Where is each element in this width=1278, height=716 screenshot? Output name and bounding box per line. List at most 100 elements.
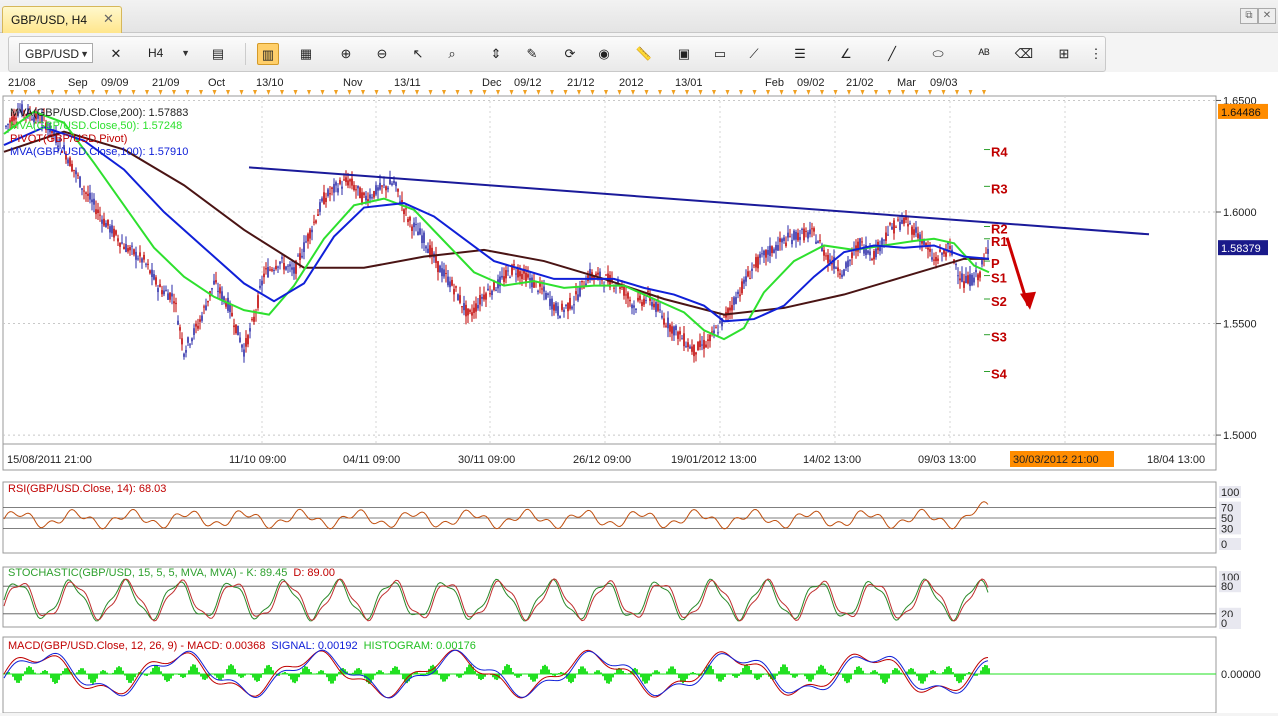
candle-body [929,249,931,252]
text-icon[interactable]: ᴬᴮ [973,43,995,65]
chart-area[interactable]: 21/08Sep09/0921/09Oct13/10Nov13/11Dec09/… [0,72,1278,713]
macd-histogram-bar [628,673,630,674]
candle-body [105,223,107,227]
candle-body [223,297,225,301]
symbol-select[interactable]: GBP/USD ▼ [19,43,93,63]
candle-body [101,220,103,224]
chart-type-icon[interactable]: ▤ [207,43,229,65]
hierarchy-icon[interactable]: ⊞ [1053,43,1075,65]
candle-body [465,305,467,316]
candle-body [835,268,837,269]
candle-chart-icon[interactable]: ▥ [257,43,279,65]
chart-svg[interactable]: 21/08Sep09/0921/09Oct13/10Nov13/11Dec09/… [0,72,1278,713]
eraser-icon[interactable]: ⌫ [1013,43,1035,65]
macd-histogram-bar [376,672,378,674]
macd-histogram-bar [116,667,118,674]
candle-body [753,265,755,266]
time-tick-label: 15/08/2011 21:00 [7,454,92,466]
candle-body [151,270,153,277]
macd-histogram-bar [200,674,202,677]
candle-body [907,224,909,226]
candle-body [579,287,581,296]
bar-chart-icon[interactable]: ▦ [295,43,317,65]
candle-body [91,199,93,202]
zoom-area-icon[interactable]: ⌕ [441,43,463,65]
fit-icon[interactable]: ⇕ [485,43,507,65]
candle-body [675,326,677,330]
macd-histogram-bar [648,674,650,680]
candle-body [211,288,213,289]
macd-histogram-bar [830,674,832,676]
candle-body [489,293,491,294]
timeframe-select[interactable]: H4 ▼ [143,43,193,63]
candle-body [667,318,669,329]
ruler-icon[interactable]: 📏 [633,43,655,65]
globe-icon[interactable]: ◉ [593,43,615,65]
candle-body [409,217,411,221]
candle-body [687,342,689,347]
zoom-in-icon[interactable]: ⊕ [335,43,357,65]
top-time-label: Sep [68,77,88,89]
macd-histogram-bar [800,673,802,674]
candle-body [987,249,989,254]
macd-histogram-bar [736,674,738,678]
macd-histogram-bar [378,670,380,674]
candle-body [333,184,335,193]
timeframe-value: H4 [148,46,163,60]
candle-body [359,188,361,199]
macd-histogram-bar [528,674,530,677]
window-close-icon[interactable]: ✕ [1258,8,1276,24]
candle-body [669,325,671,332]
candle-body [873,251,875,259]
candle-body [793,231,795,240]
ellipse-icon[interactable]: ⬭ [927,43,949,65]
candle-body [131,246,133,247]
candle-body [749,278,751,279]
tab-gbpusd-h4[interactable]: GBP/USD, H4 ✕ [2,6,122,33]
macd-histogram-bar [808,674,810,681]
close-icon[interactable]: ✕ [103,11,114,27]
template-icon[interactable]: ▭ [709,43,731,65]
candle-body [717,332,719,333]
candle-body [339,180,341,184]
list-icon[interactable]: ☰ [789,43,811,65]
macd-histogram-bar [600,672,602,674]
candle-body [375,185,377,194]
candle-body [417,232,419,236]
line-icon[interactable]: ╱ [881,43,903,65]
candle-body [643,299,645,305]
candle-body [315,220,317,222]
macd-histogram-bar [676,673,678,674]
candle-body [89,193,91,200]
candle-body [75,170,77,174]
cursor-icon[interactable]: ↖ [407,43,429,65]
candle-body [685,346,687,347]
candle-body [545,293,547,299]
crosshair-icon[interactable]: ✕ [105,43,127,65]
trend-line-icon[interactable]: ∠ [835,43,857,65]
image-icon[interactable]: ▣ [673,43,695,65]
macd-histogram-bar [104,671,106,674]
candle-body [175,303,177,304]
macd-histogram-bar [910,668,912,674]
macd-histogram-bar [828,674,830,675]
candle-body [795,232,797,240]
macd-histogram-bar [64,668,66,674]
macd-histogram-bar [782,664,784,674]
macd-histogram-bar [44,670,46,674]
restore-icon[interactable]: ⧉ [1240,8,1258,24]
candle-body [197,326,199,329]
candle-body [823,250,825,256]
top-time-label: 09/12 [514,77,542,89]
macd-histogram-bar [858,666,860,674]
macd-histogram-bar [964,674,966,676]
refresh-icon[interactable]: ⟳ [559,43,581,65]
candle-body [751,269,753,271]
drawing-tools-icon[interactable]: ⟋ [743,43,765,65]
candle-body [301,256,303,258]
menu-icon[interactable]: ⋮ [1085,43,1107,65]
zoom-out-icon[interactable]: ⊖ [371,43,393,65]
candle-body [411,227,413,231]
edit-icon[interactable]: ✎ [521,43,543,65]
candle-body [335,182,337,185]
